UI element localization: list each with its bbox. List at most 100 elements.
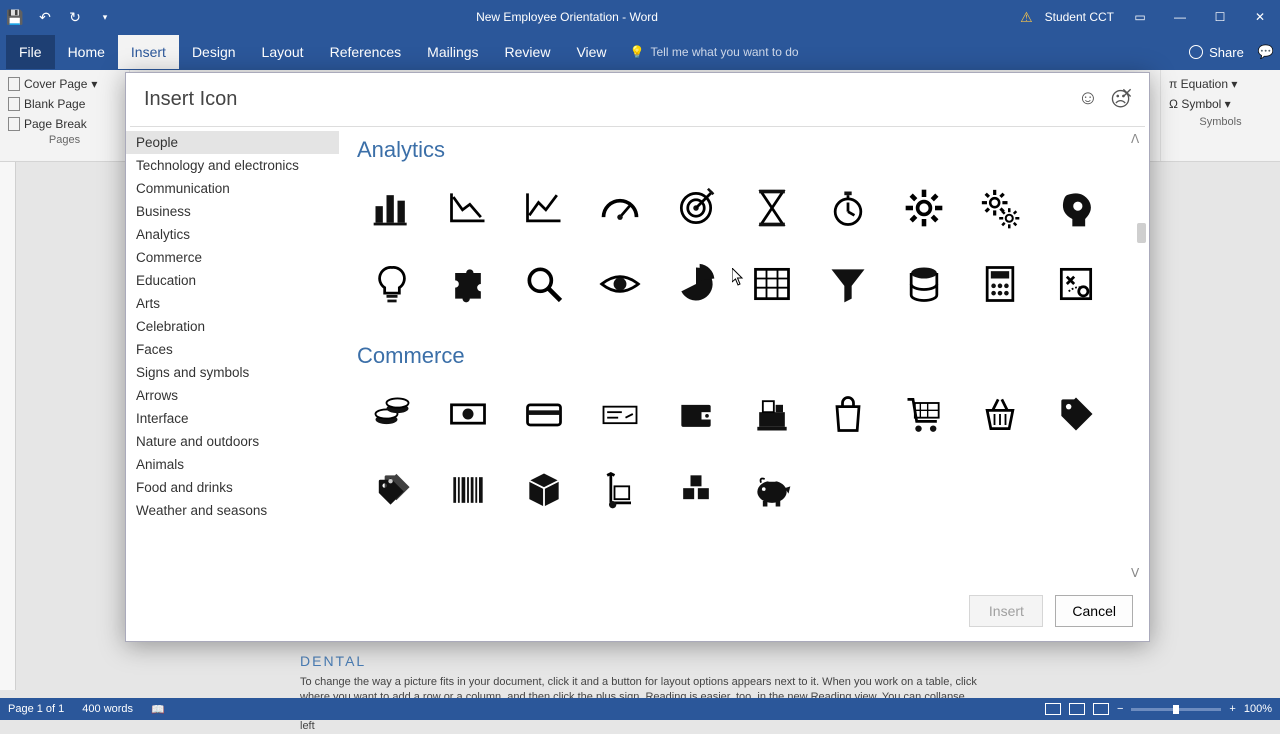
tab-references[interactable]: References bbox=[317, 35, 415, 69]
page-indicator[interactable]: Page 1 of 1 bbox=[8, 703, 64, 715]
target-icon[interactable] bbox=[661, 173, 731, 243]
cash-register-icon[interactable] bbox=[737, 379, 807, 449]
tab-insert[interactable]: Insert bbox=[118, 35, 179, 69]
minimize-icon[interactable]: — bbox=[1166, 10, 1194, 24]
save-icon[interactable]: 💾 bbox=[6, 8, 24, 26]
category-nature-and-outdoors[interactable]: Nature and outdoors bbox=[126, 430, 339, 453]
qat-customize-icon[interactable]: ▾ bbox=[96, 8, 114, 26]
word-count[interactable]: 400 words bbox=[82, 703, 133, 715]
gauge-icon[interactable] bbox=[585, 173, 655, 243]
category-weather-and-seasons[interactable]: Weather and seasons bbox=[126, 499, 339, 522]
web-layout-icon[interactable] bbox=[1093, 703, 1109, 715]
basket-icon[interactable] bbox=[965, 379, 1035, 449]
zoom-level[interactable]: 100% bbox=[1244, 703, 1272, 715]
table-icon[interactable] bbox=[737, 249, 807, 319]
blank-page-button[interactable]: Blank Page bbox=[8, 94, 121, 114]
category-commerce[interactable]: Commerce bbox=[126, 246, 339, 269]
close-icon[interactable]: ✕ bbox=[1115, 81, 1139, 105]
credit-card-icon[interactable] bbox=[509, 379, 579, 449]
cancel-button[interactable]: Cancel bbox=[1055, 595, 1133, 627]
boxes-icon[interactable] bbox=[661, 455, 731, 525]
symbol-button[interactable]: Ω Symbol ▾ bbox=[1169, 94, 1272, 114]
wallet-icon[interactable] bbox=[661, 379, 731, 449]
zoom-in-icon[interactable]: + bbox=[1229, 703, 1235, 715]
piggy-bank-icon[interactable] bbox=[737, 455, 807, 525]
read-mode-icon[interactable] bbox=[1045, 703, 1061, 715]
gear-icon[interactable] bbox=[889, 173, 959, 243]
warning-icon[interactable]: ⚠ bbox=[1020, 9, 1033, 26]
brain-gear-icon[interactable] bbox=[1041, 173, 1111, 243]
tab-file[interactable]: File bbox=[6, 35, 55, 69]
pie-chart-icon[interactable] bbox=[661, 249, 731, 319]
scroll-up-icon[interactable]: ᐱ bbox=[1131, 132, 1147, 146]
funnel-icon[interactable] bbox=[813, 249, 883, 319]
coins-icon[interactable] bbox=[357, 379, 427, 449]
account-name[interactable]: Student CCT bbox=[1045, 10, 1114, 24]
check-icon[interactable] bbox=[585, 379, 655, 449]
calculator-icon[interactable] bbox=[965, 249, 1035, 319]
equation-button[interactable]: π Equation ▾ bbox=[1169, 74, 1272, 94]
tab-design[interactable]: Design bbox=[179, 35, 249, 69]
category-faces[interactable]: Faces bbox=[126, 338, 339, 361]
strategy-icon[interactable] bbox=[1041, 249, 1111, 319]
hourglass-icon[interactable] bbox=[737, 173, 807, 243]
category-arts[interactable]: Arts bbox=[126, 292, 339, 315]
category-communication[interactable]: Communication bbox=[126, 177, 339, 200]
zoom-out-icon[interactable]: − bbox=[1117, 703, 1123, 715]
category-celebration[interactable]: Celebration bbox=[126, 315, 339, 338]
insert-button[interactable]: Insert bbox=[969, 595, 1043, 627]
category-people[interactable]: People bbox=[126, 131, 339, 154]
scroll-thumb[interactable] bbox=[1137, 223, 1146, 243]
category-signs-and-symbols[interactable]: Signs and symbols bbox=[126, 361, 339, 384]
shopping-bag-icon[interactable] bbox=[813, 379, 883, 449]
maximize-icon[interactable]: ☐ bbox=[1206, 10, 1234, 24]
lightbulb-icon[interactable] bbox=[357, 249, 427, 319]
bar-chart-icon[interactable] bbox=[357, 173, 427, 243]
ribbon-display-icon[interactable]: ▭ bbox=[1126, 10, 1154, 24]
shopping-cart-icon[interactable] bbox=[889, 379, 959, 449]
puzzle-icon[interactable] bbox=[433, 249, 503, 319]
gears-icon[interactable] bbox=[965, 173, 1035, 243]
zoom-slider[interactable] bbox=[1131, 708, 1221, 711]
tab-home[interactable]: Home bbox=[55, 35, 118, 69]
line-down-icon[interactable] bbox=[433, 173, 503, 243]
line-up-icon[interactable] bbox=[509, 173, 579, 243]
category-animals[interactable]: Animals bbox=[126, 453, 339, 476]
share-button[interactable]: Share bbox=[1189, 45, 1244, 60]
eye-icon[interactable] bbox=[585, 249, 655, 319]
cash-icon[interactable] bbox=[433, 379, 503, 449]
tab-view[interactable]: View bbox=[563, 35, 619, 69]
close-window-icon[interactable]: ✕ bbox=[1246, 10, 1274, 24]
hand-truck-icon[interactable] bbox=[585, 455, 655, 525]
page-break-button[interactable]: Page Break bbox=[8, 114, 121, 134]
tell-me-search[interactable]: 💡 Tell me what you want to do bbox=[630, 45, 799, 59]
scrollbar[interactable]: ᐱ ᐯ bbox=[1131, 132, 1147, 580]
stopwatch-icon[interactable] bbox=[813, 173, 883, 243]
price-tag-icon[interactable] bbox=[1041, 379, 1111, 449]
category-arrows[interactable]: Arrows bbox=[126, 384, 339, 407]
undo-icon[interactable]: ↶ bbox=[36, 8, 54, 26]
cover-page-button[interactable]: Cover Page ▾ bbox=[8, 74, 121, 94]
magnifier-icon[interactable] bbox=[509, 249, 579, 319]
category-analytics[interactable]: Analytics bbox=[126, 223, 339, 246]
category-technology-and-electronics[interactable]: Technology and electronics bbox=[126, 154, 339, 177]
category-interface[interactable]: Interface bbox=[126, 407, 339, 430]
icon-pane[interactable]: ᐱ ᐯ Analytics Commerce bbox=[339, 127, 1149, 585]
category-food-and-drinks[interactable]: Food and drinks bbox=[126, 476, 339, 499]
tab-layout[interactable]: Layout bbox=[249, 35, 317, 69]
feedback-smile-icon[interactable]: ☺ bbox=[1078, 87, 1098, 112]
category-education[interactable]: Education bbox=[126, 269, 339, 292]
scroll-down-icon[interactable]: ᐯ bbox=[1131, 566, 1147, 580]
package-icon[interactable] bbox=[509, 455, 579, 525]
comments-icon[interactable]: 💬 bbox=[1258, 44, 1274, 60]
database-icon[interactable] bbox=[889, 249, 959, 319]
spellcheck-icon[interactable]: 📖 bbox=[151, 703, 165, 716]
tab-review[interactable]: Review bbox=[492, 35, 564, 69]
tab-mailings[interactable]: Mailings bbox=[414, 35, 491, 69]
category-business[interactable]: Business bbox=[126, 200, 339, 223]
print-layout-icon[interactable] bbox=[1069, 703, 1085, 715]
redo-icon[interactable]: ↻ bbox=[66, 8, 84, 26]
barcode-icon[interactable] bbox=[433, 455, 503, 525]
category-list[interactable]: PeopleTechnology and electronicsCommunic… bbox=[126, 127, 339, 585]
tags-icon[interactable] bbox=[357, 455, 427, 525]
